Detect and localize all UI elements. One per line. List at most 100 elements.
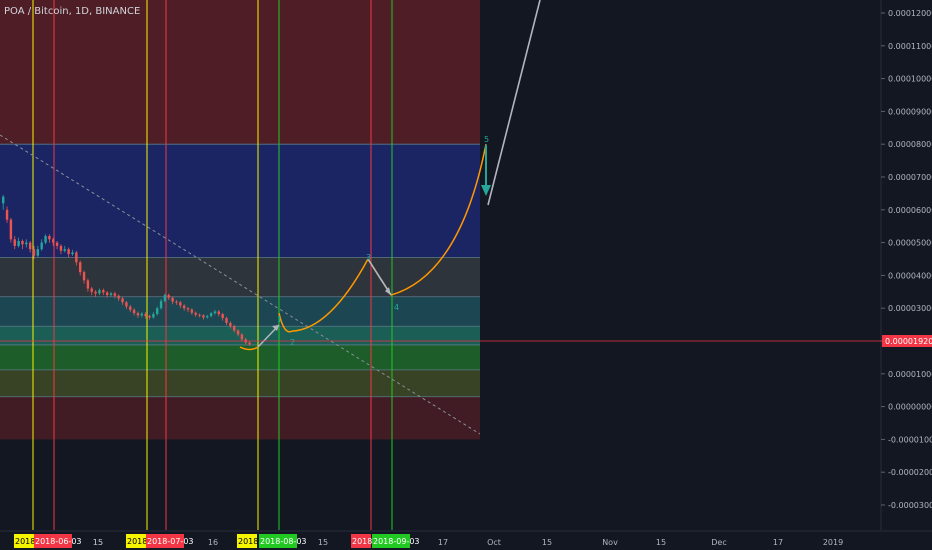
candle-body-41 <box>159 300 163 309</box>
candle-body-55 <box>213 311 217 314</box>
time-tick-label-7: Nov <box>602 538 618 547</box>
candle-body-56 <box>217 311 220 315</box>
time-tick-label-6: 15 <box>542 538 552 547</box>
candle-body-54 <box>209 313 213 317</box>
price-tick-label-8: 0.00004000 <box>888 271 932 280</box>
candle-body-40 <box>156 308 159 315</box>
candle-body-21 <box>82 272 86 281</box>
candle-body-23 <box>90 288 93 292</box>
time-tick-label-8: 15 <box>656 538 666 547</box>
date-chip-3: 2018-07-03 <box>146 534 194 548</box>
fib-zones <box>0 0 480 440</box>
candle-body-42 <box>163 295 167 301</box>
candle-body-20 <box>79 262 82 273</box>
candle-body-6 <box>25 242 28 245</box>
date-chip-1: 2018-06-03 <box>34 534 82 548</box>
candle-body-24 <box>94 291 97 294</box>
candle-body-1 <box>5 209 9 220</box>
price-tick-label-6: 0.00006000 <box>888 206 932 215</box>
candle-body-15 <box>59 245 63 251</box>
candle-body-51 <box>198 314 201 316</box>
candle-body-46 <box>179 302 182 306</box>
date-chip-label-7: 2018-09-03 <box>373 537 420 546</box>
candle-body-25 <box>98 290 101 294</box>
candle-body-7 <box>28 242 32 250</box>
date-chip-label-4: 2018- <box>238 537 261 546</box>
date-chip-label-6: 2018- <box>352 537 375 546</box>
candle-body-3 <box>13 239 16 246</box>
candle-body-50 <box>194 312 197 315</box>
price-tick-label-0: 0.00012000 <box>888 9 932 18</box>
candle-body-57 <box>221 314 224 319</box>
price-tick-label-3: 0.00009000 <box>888 107 932 116</box>
candle-body-17 <box>67 249 70 255</box>
candle-body-9 <box>36 249 40 256</box>
candle-body-27 <box>105 292 109 296</box>
price-tick-label-15: -0.00003000 <box>888 501 932 510</box>
candle-body-37 <box>144 313 147 317</box>
time-tick-label-1: 15 <box>93 538 103 547</box>
candle-body-26 <box>102 290 105 293</box>
price-tick-label-13: -0.00001000 <box>888 435 932 444</box>
candle-body-14 <box>55 242 59 246</box>
candle-body-39 <box>152 314 155 318</box>
date-chip-label-3: 2018-07-03 <box>147 537 194 546</box>
candle-body-49 <box>190 309 194 313</box>
candle-body-52 <box>202 315 205 318</box>
time-tick-label-4: 17 <box>438 538 448 547</box>
price-tick-label-11: 0.00001000 <box>888 370 932 379</box>
candle-body-38 <box>148 316 151 318</box>
price-chart[interactable]: 12345 0.000120000.000110000.000100000.00… <box>0 0 932 550</box>
candle-body-36 <box>140 313 143 316</box>
time-axis[interactable]: 1515 16 15 17 Oct 15 Nov 15 Dec 17 20192018-2018-0… <box>0 530 932 548</box>
candle-body-13 <box>52 239 55 243</box>
fib-zone-7 <box>0 396 480 440</box>
time-tick-label-5: Oct <box>487 538 501 547</box>
candle-body-0 <box>2 196 5 204</box>
candle-body-8 <box>32 249 36 256</box>
candle-body-62 <box>240 334 244 340</box>
candle-body-44 <box>171 297 174 302</box>
wave-label-5: 5 <box>484 135 489 144</box>
wave-label-2: 2 <box>290 338 295 347</box>
candle-body-2 <box>9 219 13 240</box>
candle-body-28 <box>109 293 113 296</box>
fib-zone-0 <box>0 0 480 145</box>
price-tick-label-5: 0.00007000 <box>888 173 932 182</box>
wave-label-3: 3 <box>366 253 371 262</box>
candle-body-10 <box>40 242 43 250</box>
candle-body-12 <box>48 236 51 240</box>
price-tick-label-1: 0.00011000 <box>888 42 932 51</box>
fib-zone-5 <box>0 344 480 370</box>
time-tick-label-2: 16 <box>208 538 218 547</box>
candle-body-18 <box>71 252 74 255</box>
chart-title: POA / Bitcoin, 1D, BINANCE <box>4 6 141 17</box>
date-chip-label-1: 2018-06-03 <box>35 537 82 546</box>
price-tick-label-2: 0.00010000 <box>888 75 932 84</box>
date-chip-4: 2018- <box>237 534 261 548</box>
time-tick-label-11: 2019 <box>823 538 843 547</box>
fib-zone-6 <box>0 369 480 397</box>
price-axis[interactable]: 0.00012000 0.00011000 0.00010000 0.00009000… <box>880 0 932 530</box>
date-chip-6: 2018- <box>351 534 375 548</box>
candle-body-32 <box>125 302 128 307</box>
price-tick-label-4: 0.00008000 <box>888 140 932 149</box>
fib-zone-4 <box>0 326 480 345</box>
fib-zone-1 <box>0 144 480 258</box>
candle-body-60 <box>233 326 236 331</box>
candle-body-48 <box>186 308 190 310</box>
candle-body-11 <box>44 236 47 243</box>
candle-body-59 <box>229 322 232 327</box>
wave-label-1: 1 <box>277 315 282 324</box>
time-tick-label-3: 15 <box>318 538 328 547</box>
candle-body-31 <box>121 298 124 303</box>
price-tick-label-9: 0.00003000 <box>888 304 932 313</box>
price-tick-label-7: 0.00005000 <box>888 239 932 248</box>
wave-label-4: 4 <box>394 303 399 312</box>
date-chip-7: 2018-09-03 <box>372 534 420 548</box>
candle-body-61 <box>236 330 240 335</box>
candle-body-47 <box>182 305 186 309</box>
price-tick-label-12: 0.00000000 <box>888 403 932 412</box>
date-chip-5: 2018-08-03 <box>259 534 307 548</box>
candle-body-34 <box>132 309 136 314</box>
